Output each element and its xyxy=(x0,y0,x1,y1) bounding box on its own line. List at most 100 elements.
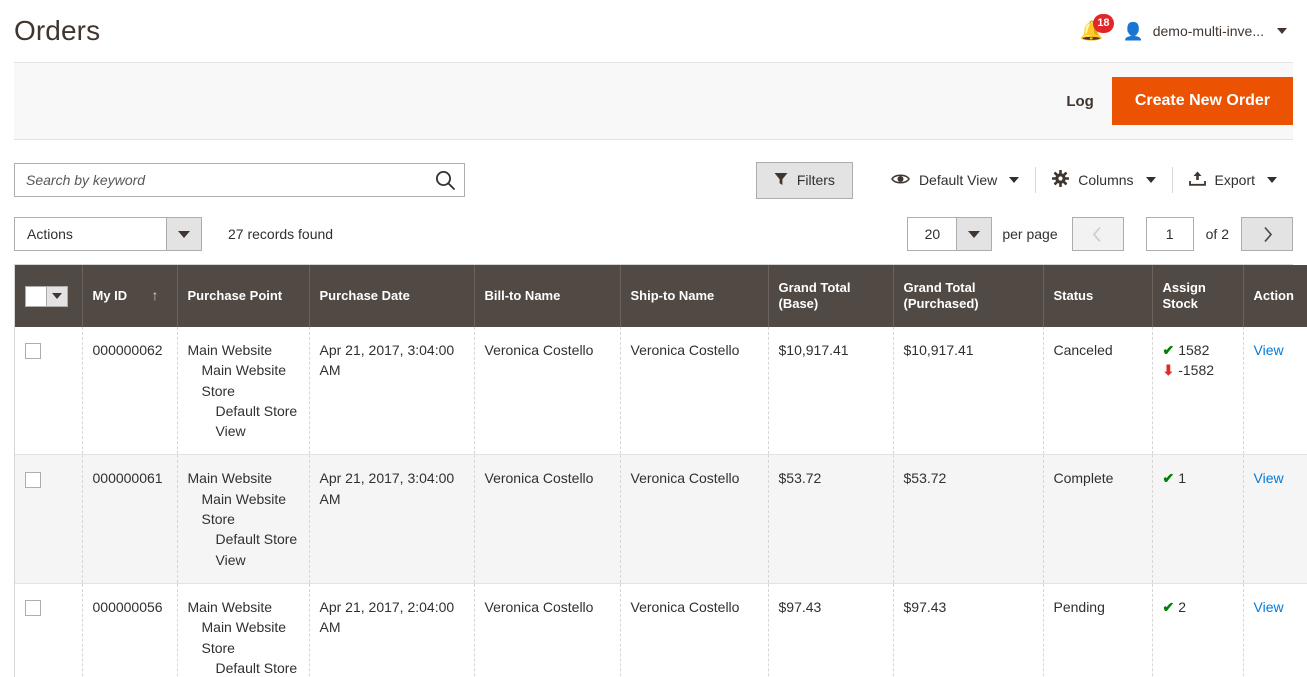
table-row[interactable]: 000000056 Main Website Main Website Store D… xyxy=(15,583,1307,677)
notifications-button[interactable]: 🔔 18 xyxy=(1079,14,1114,44)
table-body: 000000062 Main Website Main Website Store D… xyxy=(15,327,1307,677)
column-header-purchase-date[interactable]: Purchase Date xyxy=(309,265,475,327)
purchase-point-level-1: Main Website xyxy=(187,342,273,358)
stock-value: 1582 xyxy=(1178,342,1210,358)
cell-status: Pending xyxy=(1043,583,1153,677)
log-button[interactable]: Log xyxy=(1048,83,1112,120)
stock-value: 2 xyxy=(1178,598,1187,615)
cell-ship-to-name: Veronica Costello xyxy=(620,327,769,455)
previous-page-button[interactable] xyxy=(1071,217,1124,251)
page-total-label: of 2 xyxy=(1205,226,1229,242)
cell-grand-total-base: $97.43 xyxy=(768,583,894,677)
cell-bill-to-name: Veronica Costello xyxy=(474,454,621,584)
row-checkbox[interactable] xyxy=(25,343,41,360)
cell-assign-stock: ✔ 1 xyxy=(1152,454,1244,584)
default-view-dropdown[interactable]: Default View xyxy=(875,164,1035,197)
search-box xyxy=(14,163,465,197)
stock-down-icon: ⬇ xyxy=(1162,362,1175,379)
per-page-label: per page xyxy=(1002,226,1058,242)
row-checkbox[interactable] xyxy=(25,471,41,488)
stock-up-icon: ✔ xyxy=(1162,598,1175,615)
columns-dropdown[interactable]: Columns xyxy=(1036,162,1171,198)
per-page-dropdown[interactable]: 20 xyxy=(907,217,993,251)
cell-status: Complete xyxy=(1043,454,1153,584)
chevron-down-icon xyxy=(956,218,992,250)
row-select-cell[interactable] xyxy=(15,327,83,455)
search-input[interactable] xyxy=(14,163,465,197)
column-header-ship-to-name[interactable]: Ship-to Name xyxy=(620,265,769,327)
stock-up-icon: ✔ xyxy=(1162,342,1175,358)
purchase-point-level-2: Main Website Store xyxy=(201,362,287,399)
export-dropdown[interactable]: Export xyxy=(1173,163,1293,197)
assign-stock-entry: ✔ 2 xyxy=(1163,597,1233,617)
cell-action[interactable]: View xyxy=(1243,327,1307,455)
cell-purchase-date: Apr 21, 2017, 2:04:00 AM xyxy=(309,583,475,677)
page-number-input[interactable] xyxy=(1145,217,1194,251)
cell-my-id: 000000056 xyxy=(82,583,178,677)
cell-action[interactable]: View xyxy=(1243,583,1307,677)
row-checkbox[interactable] xyxy=(25,600,41,617)
row-select-cell[interactable] xyxy=(15,583,83,677)
notification-count-badge: 18 xyxy=(1093,14,1114,33)
create-new-order-button[interactable]: Create New Order xyxy=(1111,77,1293,125)
chevron-right-icon xyxy=(1263,226,1272,242)
purchase-point-level-3: Default Store View xyxy=(215,402,298,440)
view-order-link[interactable]: View xyxy=(1254,342,1284,358)
assign-stock-entry: ✔ 1582 xyxy=(1163,340,1233,360)
cell-assign-stock: ✔ 2 xyxy=(1152,583,1244,677)
gear-icon xyxy=(1052,170,1070,190)
search-icon[interactable] xyxy=(434,169,456,191)
table-row[interactable]: 000000061 Main Website Main Website Store D… xyxy=(15,454,1307,584)
cell-grand-total-purchased: $10,917.41 xyxy=(893,327,1044,455)
toolbar-right: Filters Default View Columns Export xyxy=(755,161,1293,199)
page-header: Orders 🔔 18 👤 demo-multi-inve... xyxy=(0,0,1307,62)
records-found-label: 27 records found xyxy=(228,226,334,242)
column-header-assign-stock[interactable]: Assign Stock xyxy=(1152,265,1244,327)
actions-dropdown[interactable]: Actions xyxy=(14,217,202,251)
user-name-label: demo-multi-inve... xyxy=(1152,23,1264,39)
view-order-link[interactable]: View xyxy=(1254,470,1284,486)
filters-button[interactable]: Filters xyxy=(755,161,853,199)
cell-ship-to-name: Veronica Costello xyxy=(620,583,769,677)
user-menu[interactable]: 👤 demo-multi-inve... xyxy=(1123,23,1287,40)
view-order-link[interactable]: View xyxy=(1254,599,1284,615)
chevron-left-icon xyxy=(1093,226,1101,242)
purchase-point-level-1: Main Website xyxy=(187,598,273,615)
cell-status: Canceled xyxy=(1043,327,1153,455)
header-actions: 🔔 18 👤 demo-multi-inve... xyxy=(1079,14,1293,44)
cell-purchase-date: Apr 21, 2017, 3:04:00 AM xyxy=(309,327,475,455)
next-page-button[interactable] xyxy=(1241,217,1293,251)
select-all-checkbox[interactable] xyxy=(25,285,46,307)
column-header-purchase-point[interactable]: Purchase Point xyxy=(177,265,310,327)
column-header-bill-to-name[interactable]: Bill-to Name xyxy=(474,265,621,327)
row-select-cell[interactable] xyxy=(15,454,83,584)
cell-my-id: 000000062 xyxy=(82,327,178,455)
purchase-point-level-2: Main Website Store xyxy=(201,490,287,528)
column-header-grand-total-purchased[interactable]: Grand Total (Purchased) xyxy=(893,265,1044,327)
chevron-down-icon xyxy=(1277,28,1287,34)
column-label-my-id: My ID xyxy=(92,288,128,304)
chevron-down-icon xyxy=(166,218,201,250)
select-all-dropdown[interactable] xyxy=(46,285,68,307)
actions-label: Actions xyxy=(27,226,73,242)
column-header-grand-total-base[interactable]: Grand Total (Base) xyxy=(768,265,894,327)
eye-icon xyxy=(891,172,910,189)
column-header-status[interactable]: Status xyxy=(1043,265,1153,327)
cell-purchase-date: Apr 21, 2017, 3:04:00 AM xyxy=(309,454,475,584)
export-label: Export xyxy=(1214,172,1255,188)
orders-table: My ID ↑ Purchase Point Purchase Date Bil… xyxy=(15,265,1307,677)
cell-purchase-point: Main Website Main Website Store Default St… xyxy=(177,583,310,677)
purchase-point-level-1: Main Website xyxy=(187,470,273,487)
cell-grand-total-base: $53.72 xyxy=(768,454,894,584)
table-row[interactable]: 000000062 Main Website Main Website Store D… xyxy=(15,327,1307,455)
column-header-my-id[interactable]: My ID ↑ xyxy=(82,265,178,327)
page-actions-bar: Log Create New Order xyxy=(14,62,1293,140)
stock-value: 1 xyxy=(1178,470,1187,487)
assign-stock-entry: ⬇ -1582 xyxy=(1163,360,1233,380)
cell-action[interactable]: View xyxy=(1243,455,1307,583)
column-header-select-all[interactable] xyxy=(15,265,83,327)
pager: 20 per page of 2 xyxy=(907,217,1293,251)
cell-purchase-point: Main Website Main Website Store Default St… xyxy=(177,327,310,455)
funnel-icon xyxy=(774,172,788,189)
cell-ship-to-name: Veronica Costello xyxy=(620,454,769,584)
